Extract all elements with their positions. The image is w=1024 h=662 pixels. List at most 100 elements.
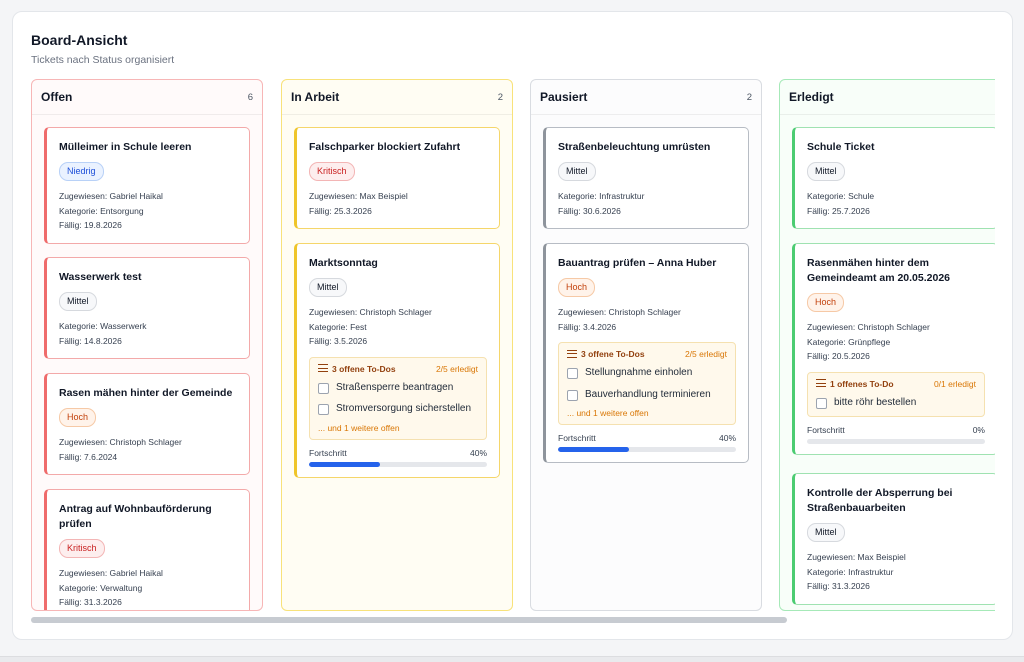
priority-badge: Hoch xyxy=(59,408,97,427)
ticket-assignee: Zugewiesen: Gabriel Haikal xyxy=(59,568,163,578)
column-pausiert: Pausiert 2 Straßenbeleuchtung umrüsten M… xyxy=(530,79,762,611)
todo-checkbox[interactable] xyxy=(816,397,827,409)
ticket-card[interactable]: Falschparker blockiert Zufahrt Kritisch … xyxy=(294,127,500,229)
ticket-card[interactable]: Wasserwerk test Mittel Kategorie: Wasser… xyxy=(44,257,250,359)
todo-item: Bauverhandlung terminieren xyxy=(567,388,727,403)
progress-row: Fortschritt 40% xyxy=(309,448,487,458)
column-title: In Arbeit xyxy=(291,90,340,104)
column-in-arbeit: In Arbeit 2 Falschparker blockiert Zufah… xyxy=(281,79,513,611)
ticket-assignee: Zugewiesen: Christoph Schlager xyxy=(309,307,432,317)
column-header: Offen 6 xyxy=(32,80,262,115)
ticket-title: Bauantrag prüfen – Anna Huber xyxy=(558,257,717,269)
ticket-title: Falschparker blockiert Zufahrt xyxy=(309,141,461,153)
todo-done-count: 2/5 erledigt xyxy=(435,363,478,374)
progress-label: Fortschritt xyxy=(309,447,347,458)
ticket-due-date: Fällig: 20.5.2026 xyxy=(807,351,870,361)
progress-bar xyxy=(558,447,736,452)
ticket-category: Kategorie: Wasserwerk xyxy=(59,321,147,331)
ticket-card[interactable]: Rasenmähen hinter dem Gemeindeamt am 20.… xyxy=(792,243,995,455)
progress-value: 0% xyxy=(972,425,985,435)
todo-checkbox[interactable] xyxy=(567,368,578,379)
ticket-card[interactable]: Mülleimer in Schule leeren Niedrig Zugew… xyxy=(44,127,250,244)
todo-open-count: 3 offene To-Dos xyxy=(332,363,396,374)
priority-badge: Hoch xyxy=(807,293,845,312)
priority-badge: Mittel xyxy=(59,292,97,311)
ticket-meta: Zugewiesen: Max Beispiel Kategorie: Infr… xyxy=(807,550,985,594)
columns-scroll-area[interactable]: Offen 6 Mülleimer in Schule leeren Niedr… xyxy=(31,79,995,613)
ticket-due-date: Fällig: 3.5.2026 xyxy=(309,336,368,346)
ticket-card[interactable]: Rasen mähen hinter der Gemeinde Hoch Zug… xyxy=(44,373,250,475)
ticket-meta: Zugewiesen: Christoph Schlager Kategorie… xyxy=(807,320,985,364)
todo-header: 3 offene To-Dos 2/5 erledigt xyxy=(318,364,478,374)
ticket-category: Kategorie: Grünpflege xyxy=(807,336,891,347)
ticket-meta: Zugewiesen: Christoph Schlager Kategorie… xyxy=(309,305,487,349)
todo-checkbox[interactable] xyxy=(567,389,578,401)
ticket-category: Kategorie: Schule xyxy=(807,191,875,201)
todo-more-link[interactable]: ... und 1 weitere offen xyxy=(567,408,727,418)
todo-summary: 3 offene To-Dos 2/5 erledigt Stellungnah… xyxy=(558,342,736,425)
todo-open-count: 1 offenes To-Do xyxy=(830,378,894,389)
progress-bar xyxy=(309,461,487,467)
todo-header: 1 offenes To-Do 0/1 erledigt xyxy=(816,379,976,389)
column-erledigt: Erledigt 8 Schule Ticket Mittel Kategori… xyxy=(779,79,995,611)
ticket-meta: Zugewiesen: Christoph Schlager Fällig: 3… xyxy=(558,305,736,334)
column-header: Pausiert 2 xyxy=(531,80,761,115)
ticket-due-date: Fällig: 25.7.2026 xyxy=(807,205,870,216)
ticket-category: Kategorie: Infrastruktur xyxy=(807,566,894,577)
ticket-title: Straßenbeleuchtung umrüsten xyxy=(558,141,711,153)
todo-label: Straßensperre beantragen xyxy=(336,381,454,393)
todo-done-count: 2/5 erledigt xyxy=(684,349,727,359)
list-icon xyxy=(567,349,577,359)
todo-checkbox[interactable] xyxy=(318,404,329,415)
priority-badge: Kritisch xyxy=(59,539,105,558)
ticket-category: Kategorie: Fest xyxy=(309,321,367,332)
ticket-assignee: Zugewiesen: Christoph Schlager xyxy=(807,322,930,332)
ticket-card[interactable]: Kontrolle der Absperrung bei Straßenbaua… xyxy=(792,473,995,605)
ticket-card[interactable]: Schule Ticket Mittel Kategorie: Schule F… xyxy=(792,127,995,229)
page-subtitle: Tickets nach Status organisiert xyxy=(31,54,175,66)
priority-badge: Kritisch xyxy=(309,162,355,181)
column-header: In Arbeit 2 xyxy=(282,80,512,115)
todo-more-link[interactable]: ... und 1 weitere offen xyxy=(318,423,478,433)
column-title: Erledigt xyxy=(789,90,834,104)
ticket-title: Marktsonntag xyxy=(309,257,378,269)
todo-done-count: 0/1 erledigt xyxy=(933,378,976,389)
progress-label: Fortschritt xyxy=(807,425,845,435)
todo-open-count: 3 offene To-Dos xyxy=(581,349,645,359)
todo-label: Bauverhandlung terminieren xyxy=(585,388,711,400)
ticket-card[interactable]: Marktsonntag Mittel Zugewiesen: Christop… xyxy=(294,243,500,478)
ticket-meta: Kategorie: Schule Fällig: 25.7.2026 xyxy=(807,189,985,218)
column-count: 2 xyxy=(746,91,752,103)
ticket-card[interactable]: Antrag auf Wohnbauförderung prüfen Kriti… xyxy=(44,489,250,610)
ticket-due-date: Fällig: 19.8.2026 xyxy=(59,220,122,230)
ticket-title: Mülleimer in Schule leeren xyxy=(59,141,192,153)
priority-badge: Hoch xyxy=(558,278,596,297)
ticket-due-date: Fällig: 7.6.2024 xyxy=(59,451,118,462)
ticket-due-date: Fällig: 31.3.2026 xyxy=(807,581,870,591)
ticket-meta: Kategorie: Wasserwerk Fällig: 14.8.2026 xyxy=(59,319,237,348)
ticket-due-date: Fällig: 3.4.2026 xyxy=(558,321,617,332)
priority-badge: Mittel xyxy=(558,162,596,181)
progress-value: 40% xyxy=(469,447,487,458)
progress-row: Fortschritt 40% xyxy=(558,433,736,443)
ticket-title: Wasserwerk test xyxy=(59,271,142,283)
todo-item: Stellungnahme einholen xyxy=(567,366,727,381)
todo-label: Stromversorgung sicherstellen xyxy=(336,403,472,414)
ticket-card[interactable]: Bauantrag prüfen – Anna Huber Hoch Zugew… xyxy=(543,243,749,463)
progress-value: 40% xyxy=(718,433,736,443)
column-title: Pausiert xyxy=(540,90,588,104)
column-title: Offen xyxy=(41,90,73,104)
priority-badge: Niedrig xyxy=(59,162,104,181)
todo-checkbox[interactable] xyxy=(318,382,329,394)
horizontal-scrollbar[interactable] xyxy=(31,617,787,623)
ticket-title: Antrag auf Wohnbauförderung prüfen xyxy=(59,503,212,530)
progress-fill xyxy=(558,447,630,452)
ticket-meta: Zugewiesen: Christoph Schlager Fällig: 7… xyxy=(59,435,237,464)
todo-summary: 3 offene To-Dos 2/5 erledigt Straßensper… xyxy=(309,356,487,440)
ticket-category: Kategorie: Verwaltung xyxy=(59,582,143,593)
column-header: Erledigt 8 xyxy=(780,80,995,115)
priority-badge: Mittel xyxy=(807,523,845,542)
ticket-card[interactable]: Straßenbeleuchtung umrüsten Mittel Kateg… xyxy=(543,127,749,229)
todo-label: Stellungnahme einholen xyxy=(585,367,693,378)
ticket-due-date: Fällig: 14.8.2026 xyxy=(59,335,122,346)
